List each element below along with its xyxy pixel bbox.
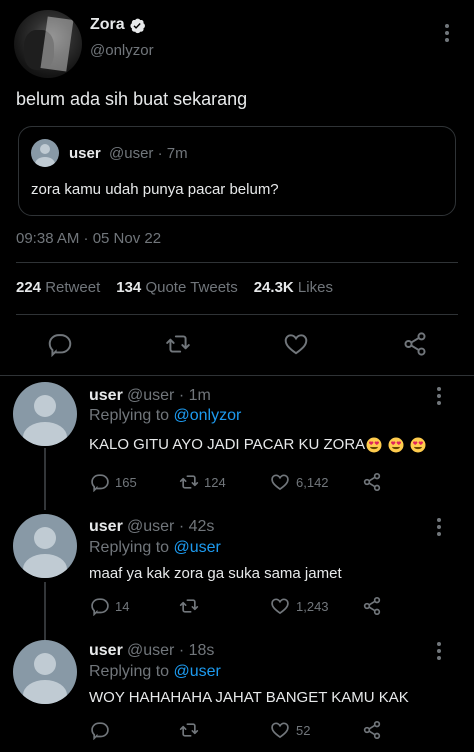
reply-icon[interactable] — [90, 472, 110, 492]
quote-tweets-stat[interactable]: 134 Quote Tweets — [116, 279, 237, 296]
quoted-handle-time: @user · 7m — [109, 145, 188, 162]
heart-eyes-emoji — [366, 437, 382, 453]
quoted-tweet[interactable]: user @user · 7m zora kamu udah punya pac… — [18, 126, 456, 216]
tweet-text: belum ada sih buat sekarang — [16, 89, 248, 109]
divider — [16, 314, 458, 315]
like-count: 52 — [296, 723, 311, 738]
quoted-avatar — [31, 139, 59, 167]
reply-author-name[interactable]: user — [89, 387, 123, 405]
reply-count: 14 — [115, 599, 130, 614]
more-options-icon[interactable] — [436, 518, 442, 538]
reply-icon[interactable] — [47, 331, 73, 357]
reply-handle-time: @user · 42s — [127, 518, 215, 535]
share-icon[interactable] — [362, 720, 382, 740]
like-count: 6,142 — [296, 475, 329, 490]
retweets-stat[interactable]: 224 Retweet — [16, 279, 100, 296]
likes-stat[interactable]: 24.3K Likes — [254, 279, 333, 296]
more-options-icon[interactable] — [436, 387, 442, 407]
replying-to-prefix: Replying to — [89, 663, 170, 680]
like-icon[interactable] — [270, 472, 290, 492]
verified-badge-icon — [129, 17, 146, 34]
reply-icon[interactable] — [90, 720, 110, 740]
more-options-icon[interactable] — [436, 642, 442, 662]
reply-author-name[interactable]: user — [89, 642, 123, 660]
quoted-author-name: user — [69, 145, 101, 162]
replying-to-link[interactable]: @onlyzor — [174, 407, 242, 424]
reply-icon[interactable] — [90, 596, 110, 616]
share-icon[interactable] — [362, 596, 382, 616]
like-icon[interactable] — [270, 596, 290, 616]
like-icon[interactable] — [270, 720, 290, 740]
reply-avatar[interactable] — [13, 640, 77, 704]
tweet-timestamp[interactable]: 09:38 AM · 05 Nov 22 — [16, 230, 161, 247]
quotes-label: Quote Tweets — [145, 279, 238, 296]
more-options-icon[interactable] — [444, 24, 450, 44]
retweets-label: Retweet — [45, 279, 101, 296]
replying-to-link[interactable]: @user — [174, 539, 221, 556]
reply-handle-time: @user · 1m — [127, 387, 211, 404]
thread-connector — [44, 582, 46, 640]
reply-count: 165 — [115, 475, 137, 490]
retweet-icon[interactable] — [164, 331, 192, 357]
author-display-name[interactable]: Zora — [90, 16, 125, 34]
reply-text: WOY HAHAHAHA JAHAT BANGET KAMU KAK — [89, 689, 409, 706]
divider — [16, 262, 458, 263]
quoted-tweet-text: zora kamu udah punya pacar belum? — [31, 181, 279, 198]
replying-to-prefix: Replying to — [89, 407, 170, 424]
thread-connector — [44, 448, 46, 510]
reply-text: KALO GITU AYO JADI PACAR KU ZORA — [89, 436, 366, 453]
reply-avatar[interactable] — [13, 382, 77, 446]
retweet-icon[interactable] — [178, 596, 200, 616]
author-avatar[interactable] — [14, 10, 82, 78]
like-count: 1,243 — [296, 599, 329, 614]
reply-avatar[interactable] — [13, 514, 77, 578]
heart-eyes-emoji — [410, 437, 426, 453]
retweet-icon[interactable] — [178, 472, 200, 492]
replying-to-link[interactable]: @user — [174, 663, 221, 680]
heart-eyes-emoji — [388, 437, 404, 453]
likes-count: 24.3K — [253, 279, 294, 296]
reply-author-name[interactable]: user — [89, 518, 123, 536]
likes-label: Likes — [297, 279, 333, 296]
reply-handle-time: @user · 18s — [127, 642, 215, 659]
reply-text: maaf ya kak zora ga suka sama jamet — [89, 565, 342, 582]
retweets-count: 224 — [16, 279, 42, 296]
like-icon[interactable] — [283, 331, 309, 357]
share-icon[interactable] — [362, 472, 382, 492]
author-handle[interactable]: @onlyzor — [90, 42, 154, 59]
retweet-icon[interactable] — [178, 720, 200, 740]
quotes-count: 134 — [116, 279, 142, 296]
retweet-count: 124 — [204, 475, 226, 490]
share-icon[interactable] — [402, 331, 428, 357]
divider — [0, 375, 474, 376]
replying-to-prefix: Replying to — [89, 539, 170, 556]
